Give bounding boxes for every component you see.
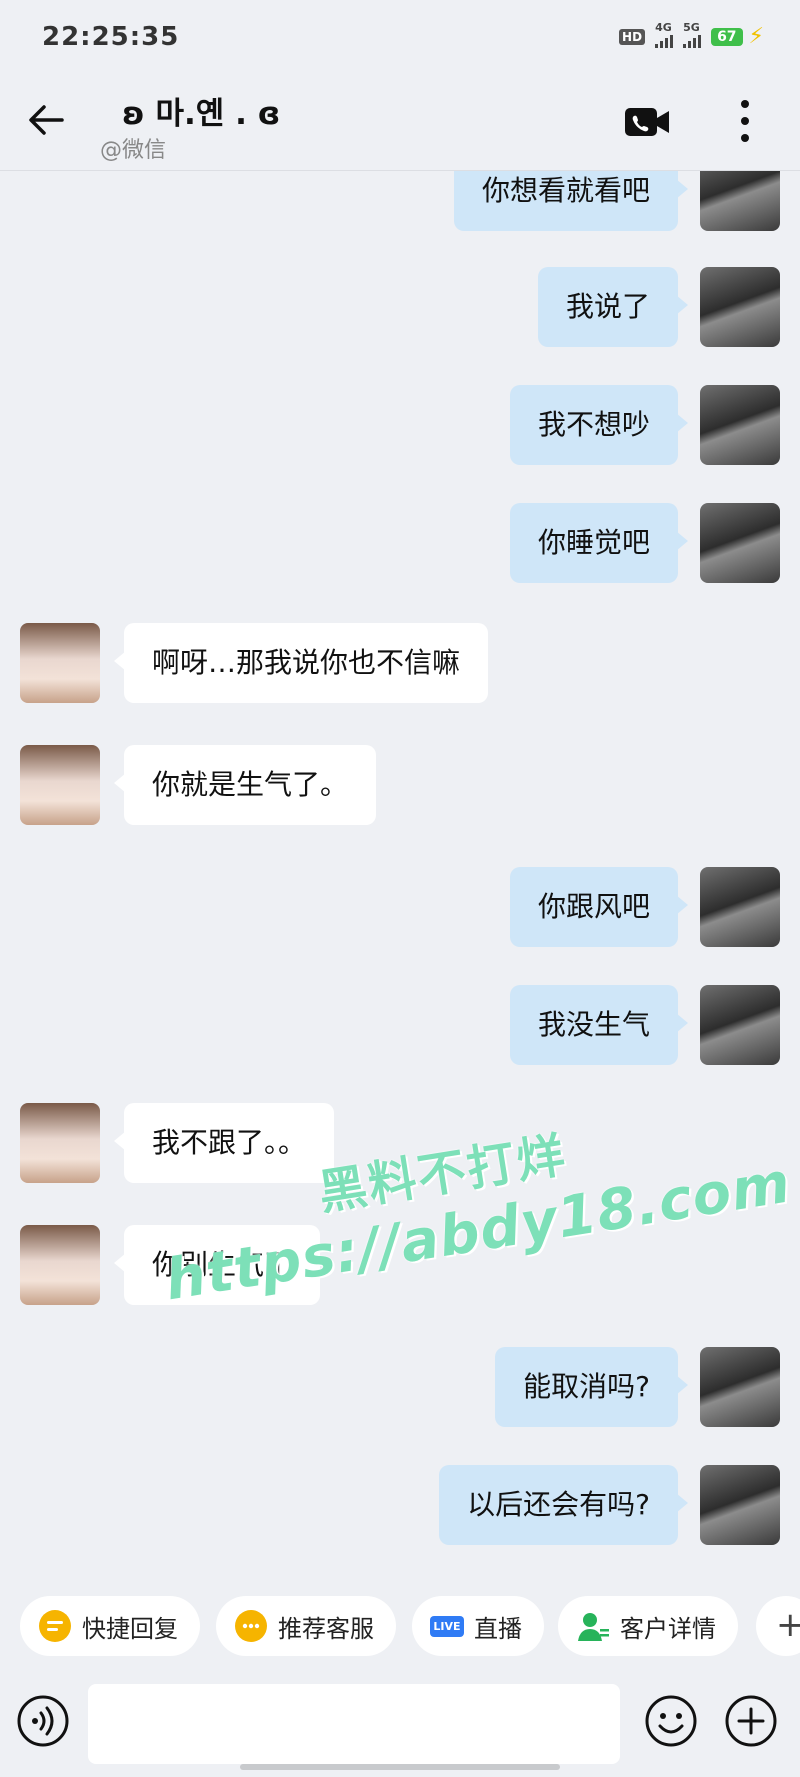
battery-indicator: 67 bbox=[711, 27, 743, 46]
outgoing-message[interactable]: 你跟风吧 bbox=[509, 867, 689, 947]
live-icon: LIVE bbox=[430, 1609, 464, 1643]
contact-avatar[interactable] bbox=[20, 745, 100, 825]
status-bar: 22:25:35 HD 4G 5G 67 ⚡ bbox=[0, 0, 800, 70]
more-vertical-icon[interactable] bbox=[734, 98, 756, 144]
incoming-message[interactable]: 我不跟了。。 bbox=[113, 1103, 335, 1183]
my-avatar[interactable] bbox=[700, 1347, 780, 1427]
quick-actions-bar: 快捷回复 推荐客服 LIVE 直播 客户详情 + bbox=[0, 1570, 800, 1690]
charging-icon: ⚡ bbox=[748, 24, 764, 49]
chat-header: ʚ 마.옌 . ɞ @微信 bbox=[0, 70, 800, 171]
outgoing-message[interactable]: 我不想吵 bbox=[509, 385, 689, 465]
signal-5g-icon: 5G bbox=[683, 21, 702, 48]
message-input[interactable] bbox=[88, 1684, 620, 1764]
my-avatar[interactable] bbox=[700, 985, 780, 1065]
video-call-icon[interactable] bbox=[624, 106, 670, 138]
home-indicator bbox=[240, 1764, 560, 1770]
customer-icon bbox=[576, 1609, 610, 1643]
incoming-message[interactable]: 啊呀…那我说你也不信嘛 bbox=[113, 623, 489, 703]
service-icon bbox=[234, 1609, 268, 1643]
contact-avatar[interactable] bbox=[20, 623, 100, 703]
outgoing-message[interactable]: 你睡觉吧 bbox=[509, 503, 689, 583]
status-time: 22:25:35 bbox=[42, 22, 180, 52]
signal-4g-label: 4G bbox=[655, 21, 672, 34]
live-badge: LIVE bbox=[430, 1615, 464, 1637]
hd-voice-badge: HD bbox=[619, 28, 646, 45]
my-avatar[interactable] bbox=[700, 267, 780, 347]
status-icons: HD 4G 5G 67 ⚡ bbox=[619, 21, 764, 49]
outgoing-message[interactable]: 我说了 bbox=[537, 267, 689, 347]
contact-avatar[interactable] bbox=[20, 1103, 100, 1183]
outgoing-message[interactable]: 能取消吗? bbox=[495, 1347, 688, 1427]
my-avatar[interactable] bbox=[700, 171, 780, 231]
emoji-icon[interactable] bbox=[644, 1694, 698, 1748]
quick-reply-icon bbox=[38, 1609, 72, 1643]
contact-source: @微信 bbox=[100, 138, 167, 163]
recommend-service-label: 推荐客服 bbox=[278, 1614, 374, 1643]
contact-name: ʚ 마.옌 . ɞ bbox=[122, 96, 281, 132]
incoming-message[interactable]: 你别生气了 bbox=[113, 1225, 321, 1305]
outgoing-message[interactable]: 你想看就看吧 bbox=[453, 171, 689, 231]
live-label: 直播 bbox=[474, 1614, 522, 1643]
signal-5g-label: 5G bbox=[683, 21, 700, 34]
more-actions-button[interactable]: + bbox=[756, 1596, 800, 1656]
live-button[interactable]: LIVE 直播 bbox=[412, 1596, 544, 1656]
back-arrow-icon[interactable] bbox=[24, 98, 68, 142]
my-avatar[interactable] bbox=[700, 1465, 780, 1545]
contact-avatar[interactable] bbox=[20, 1225, 100, 1305]
recommend-service-button[interactable]: 推荐客服 bbox=[216, 1596, 396, 1656]
outgoing-message[interactable]: 我没生气 bbox=[509, 985, 689, 1065]
my-avatar[interactable] bbox=[700, 385, 780, 465]
signal-4g-icon: 4G bbox=[655, 21, 674, 48]
outgoing-message[interactable]: 以后还会有吗? bbox=[439, 1465, 688, 1545]
plus-icon[interactable] bbox=[724, 1694, 778, 1748]
message-list[interactable]: 你想看就看吧我说了我不想吵你睡觉吧 啊呀…那我说你也不信嘛 你就是生气了。你跟风吧我… bbox=[0, 171, 800, 1570]
customer-details-button[interactable]: 客户详情 bbox=[558, 1596, 738, 1656]
my-avatar[interactable] bbox=[700, 867, 780, 947]
incoming-message[interactable]: 你就是生气了。 bbox=[113, 745, 377, 825]
my-avatar[interactable] bbox=[700, 503, 780, 583]
voice-input-icon[interactable] bbox=[16, 1694, 70, 1748]
quick-reply-button[interactable]: 快捷回复 bbox=[20, 1596, 200, 1656]
customer-details-label: 客户详情 bbox=[620, 1614, 716, 1643]
quick-reply-label: 快捷回复 bbox=[82, 1614, 178, 1643]
